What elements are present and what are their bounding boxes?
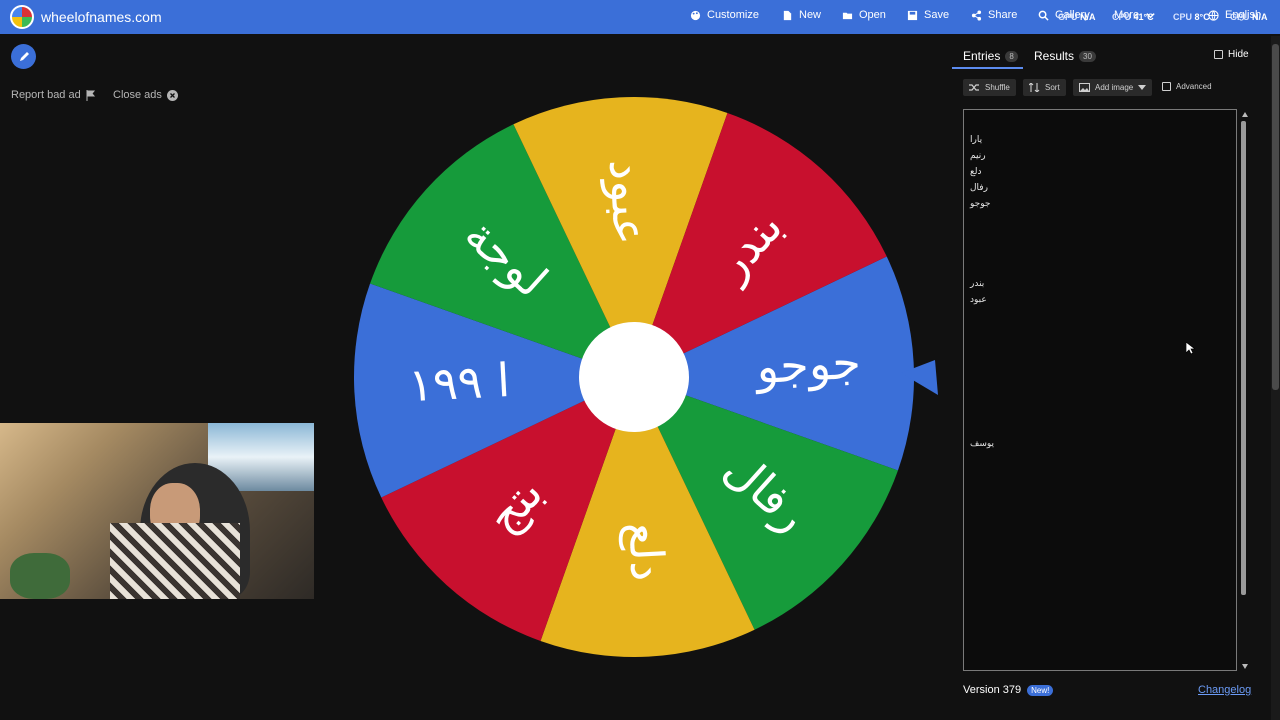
- entries-scrollbar[interactable]: [1239, 110, 1248, 672]
- entries-textarea[interactable]: يارا رنيم دلع رفال جوجو بندر عبود يوسف: [963, 109, 1248, 671]
- report-bad-ad-label: Report bad ad: [11, 89, 81, 101]
- tab-results-label: Results: [1034, 49, 1075, 63]
- entries-scroll-thumb[interactable]: [1241, 121, 1246, 595]
- edit-button[interactable]: [11, 44, 36, 69]
- palette-icon: [690, 10, 701, 20]
- wheel-slice-label: ا ١٩٩: [407, 353, 511, 412]
- panel-tabs: Entries 8 Results 30 Hide: [952, 40, 1272, 70]
- version-info: Version 379 New!: [963, 684, 1054, 696]
- shuffle-button[interactable]: Shuffle: [963, 79, 1016, 96]
- gpu-stat-value: N/A: [1080, 12, 1096, 22]
- entry-line[interactable]: جوجو: [970, 198, 990, 209]
- gpu-stat-label: GPU: [1058, 12, 1078, 22]
- search-icon: [1038, 10, 1049, 21]
- new-file-icon: [783, 10, 792, 20]
- advanced-checkbox[interactable]: [1162, 82, 1171, 91]
- scroll-up-icon[interactable]: [1242, 112, 1248, 117]
- streamer-jacket: [110, 523, 240, 599]
- hide-checkbox[interactable]: [1214, 50, 1223, 59]
- entry-line[interactable]: بندر: [970, 278, 984, 289]
- wheel-slice-label: دلع: [618, 521, 675, 583]
- sort-label: Sort: [1045, 83, 1060, 92]
- open-button[interactable]: Open: [842, 9, 886, 21]
- cpu-stat-label: CPU: [1112, 12, 1132, 22]
- entry-line[interactable]: رفال: [970, 182, 988, 193]
- sort-icon: [1029, 83, 1040, 92]
- active-tab-indicator: [952, 67, 1023, 69]
- results-count-badge: 30: [1079, 50, 1096, 62]
- close-ads-label: Close ads: [113, 89, 162, 101]
- wheel-slice-label: جوجو: [753, 335, 862, 395]
- wheel-center-button[interactable]: [579, 322, 689, 432]
- cpu-stat: CPU 41°C: [1112, 12, 1154, 22]
- add-image-label: Add image: [1095, 83, 1134, 92]
- entries-panel: Entries 8 Results 30 Hide Shuffle Sort A…: [952, 40, 1272, 708]
- wheel-logo-icon[interactable]: [10, 5, 34, 29]
- entry-line[interactable]: يوسف: [970, 438, 994, 449]
- cpu-stat-2-label: CPU: [1173, 12, 1193, 22]
- save-button[interactable]: Save: [907, 9, 949, 21]
- advanced-label: Advanced: [1176, 82, 1212, 91]
- folder-open-icon: [842, 12, 853, 19]
- spin-wheel[interactable]: جوجورفالدلعبتجا ١٩٩لوجةعبود بندر: [350, 90, 950, 665]
- advanced-toggle[interactable]: Advanced: [1162, 82, 1212, 91]
- entry-line[interactable]: دلع: [970, 166, 982, 177]
- share-label: Share: [988, 9, 1018, 21]
- scroll-down-icon[interactable]: [1242, 664, 1248, 669]
- shuffle-icon: [969, 84, 979, 91]
- page-scrollbar[interactable]: [1271, 36, 1280, 720]
- cpu-stat-2: CPU 8°C: [1173, 12, 1210, 22]
- plush-toy: [10, 553, 70, 599]
- tab-results[interactable]: Results 30: [1034, 49, 1096, 63]
- changelog-link[interactable]: Changelog: [1198, 684, 1251, 696]
- close-ads-link[interactable]: Close ads: [113, 89, 178, 101]
- close-icon: [166, 89, 178, 101]
- site-title[interactable]: wheelofnames.com: [41, 9, 162, 25]
- cpu-stat-value: 41°C: [1133, 12, 1154, 22]
- image-icon: [1079, 83, 1090, 92]
- share-button[interactable]: Share: [971, 9, 1017, 21]
- top-bar: wheelofnames.com Customize New Open Save…: [0, 0, 1280, 34]
- pencil-icon: [19, 51, 29, 61]
- entry-line[interactable]: رنيم: [970, 150, 986, 161]
- share-icon: [971, 9, 982, 21]
- new-badge: New!: [1027, 684, 1054, 696]
- wheel-slice-label: عبود: [598, 158, 657, 246]
- add-image-button[interactable]: Add image: [1073, 79, 1153, 96]
- save-label: Save: [924, 9, 950, 21]
- customize-button[interactable]: Customize: [690, 9, 759, 21]
- tab-entries-label: Entries: [963, 49, 1001, 63]
- entries-count-badge: 8: [1005, 50, 1018, 62]
- version-label: Version 379: [963, 684, 1022, 696]
- customize-label: Customize: [707, 9, 759, 21]
- tab-entries[interactable]: Entries 8: [963, 49, 1018, 63]
- gpu-stat-2-label: GPU: [1230, 12, 1250, 22]
- hide-label: Hide: [1228, 49, 1249, 60]
- gpu-stat: GPU N/A: [1058, 12, 1096, 22]
- new-label: New: [799, 9, 822, 21]
- entry-line[interactable]: عبود: [970, 294, 987, 305]
- add-image-chevron-icon: [1138, 85, 1147, 90]
- shuffle-label: Shuffle: [985, 83, 1010, 92]
- flag-icon: [86, 89, 95, 101]
- gpu-stat-2-value: N/A: [1252, 12, 1268, 22]
- save-icon: [907, 10, 918, 20]
- gpu-stat-2: GPU N/A: [1230, 12, 1268, 22]
- cpu-stat-2-value: 8°C: [1194, 12, 1210, 22]
- hide-toggle[interactable]: Hide: [1214, 49, 1249, 60]
- entry-line[interactable]: يارا: [970, 134, 982, 145]
- report-bad-ad-link[interactable]: Report bad ad: [11, 89, 96, 101]
- new-button[interactable]: New: [782, 9, 821, 21]
- streamer-webcam: [0, 423, 314, 599]
- page-scroll-thumb[interactable]: [1272, 44, 1279, 390]
- sort-button[interactable]: Sort: [1023, 79, 1066, 96]
- mouse-cursor-icon: [1186, 342, 1195, 355]
- open-label: Open: [859, 9, 886, 21]
